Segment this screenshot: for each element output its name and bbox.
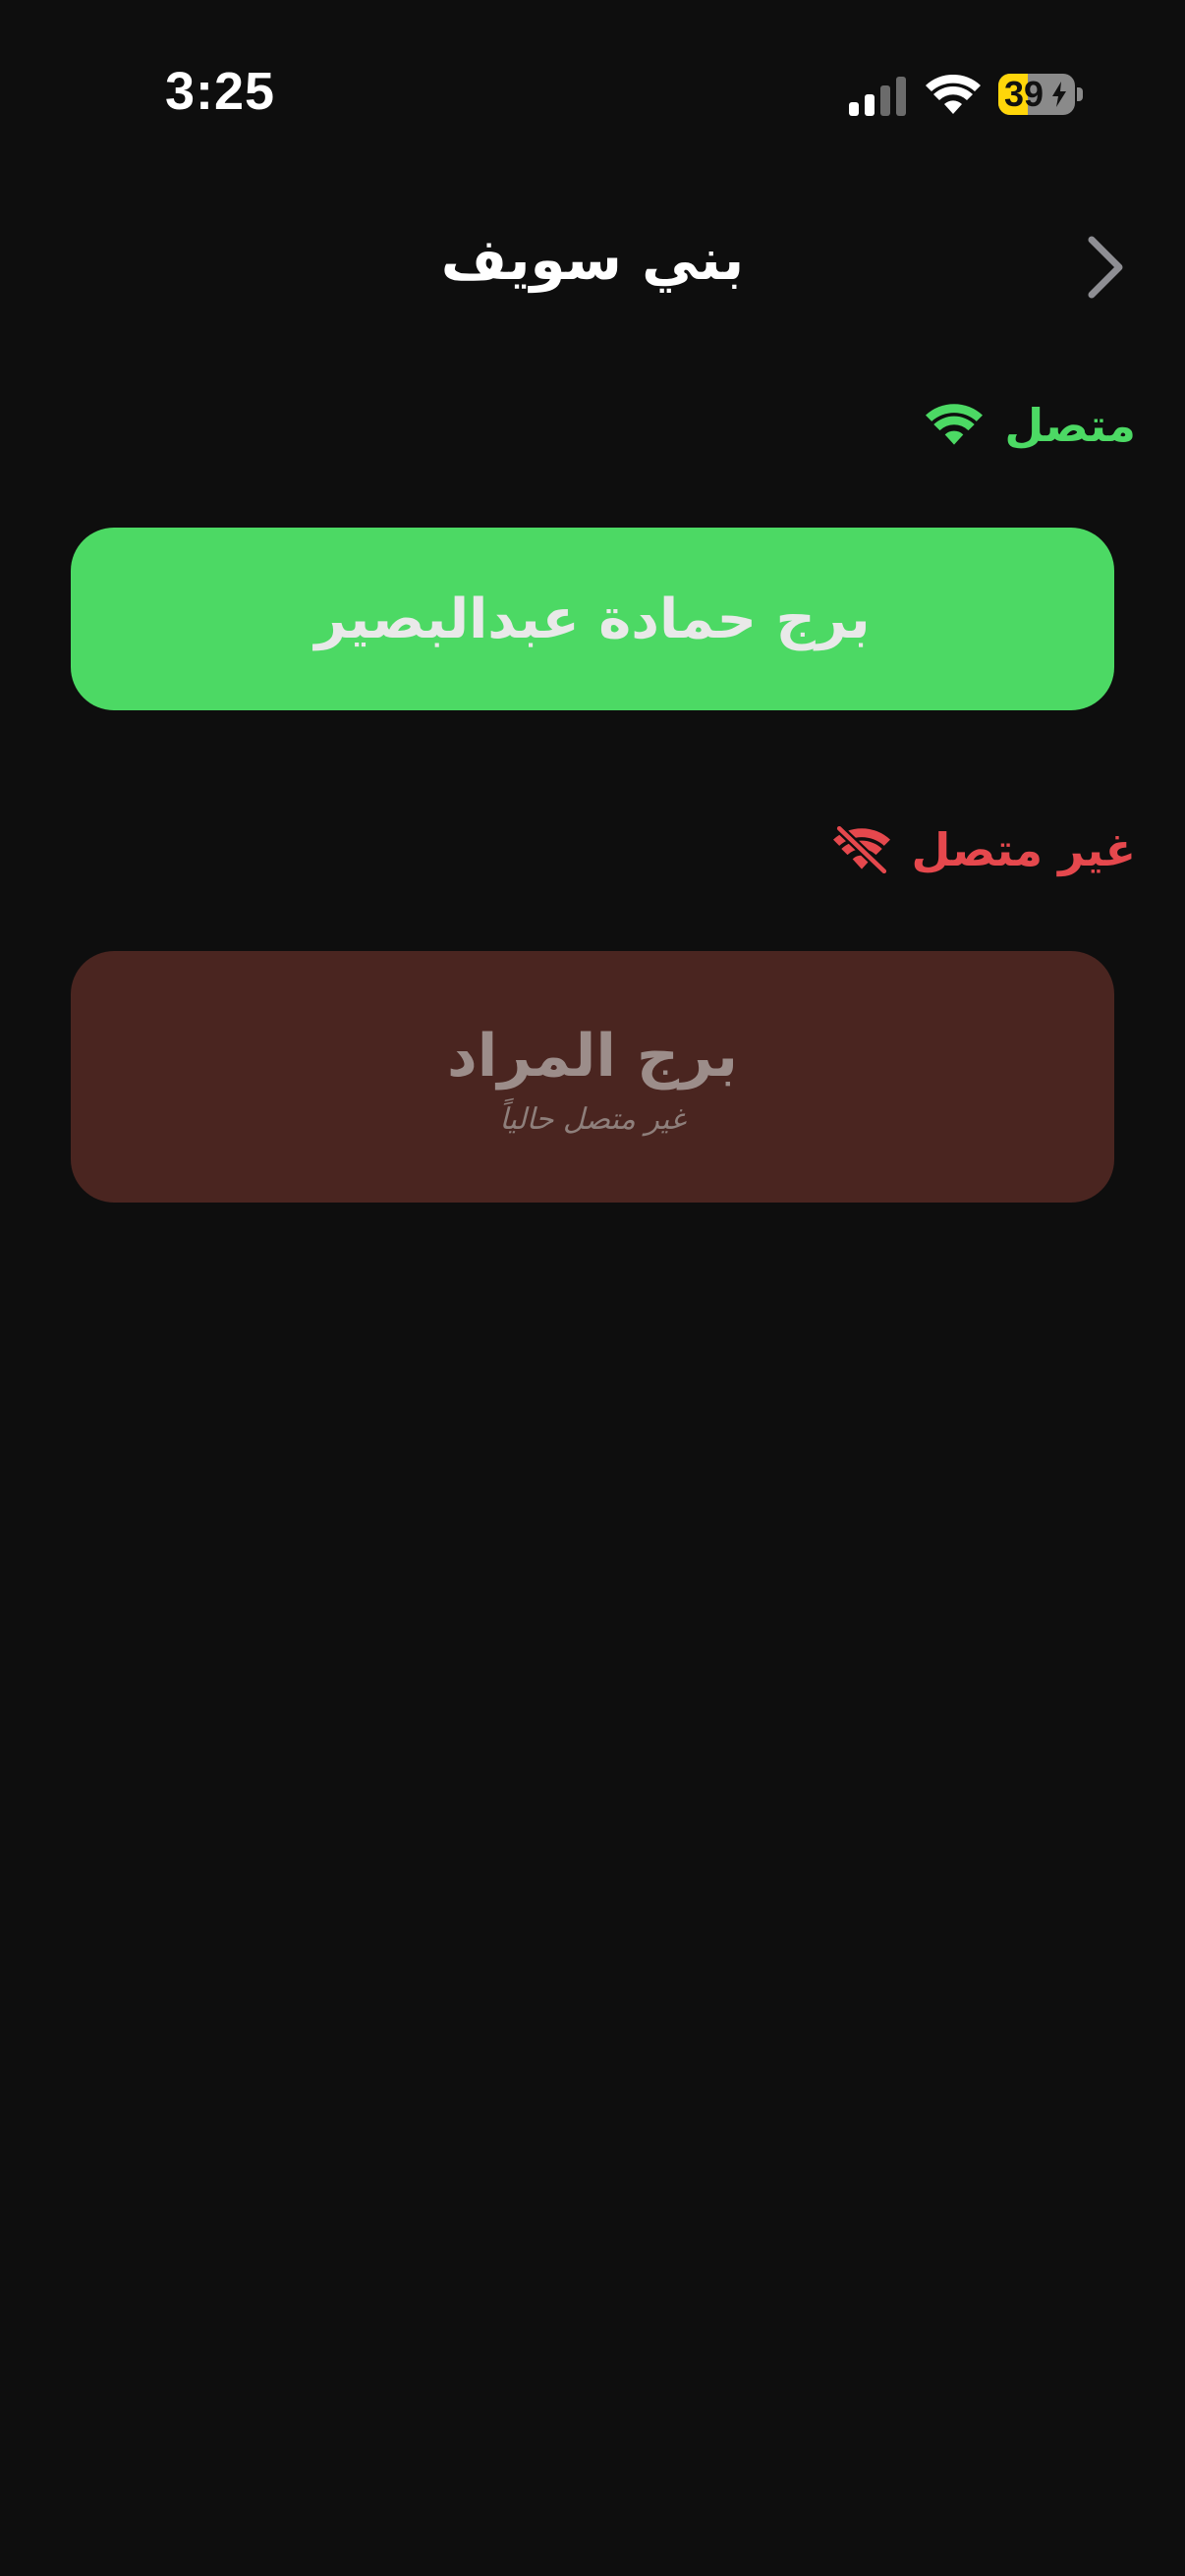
status-time: 3:25 bbox=[165, 62, 276, 121]
tower-name: برج حمادة عبدالبصير bbox=[314, 587, 871, 651]
battery-indicator: 39 bbox=[998, 74, 1083, 115]
offline-section-label: غير متصل bbox=[911, 823, 1136, 876]
wifi-off-icon bbox=[832, 826, 890, 873]
navigation-bar: بني سويف bbox=[0, 196, 1185, 334]
online-section-header: متصل bbox=[926, 391, 1136, 460]
tower-card-online[interactable]: برج حمادة عبدالبصير bbox=[71, 528, 1114, 710]
online-section-label: متصل bbox=[1004, 399, 1136, 452]
offline-section-header: غير متصل bbox=[832, 815, 1136, 884]
status-bar: 3:25 39 bbox=[0, 0, 1185, 187]
tower-name: برج المراد bbox=[447, 1021, 738, 1091]
wifi-status-icon bbox=[926, 75, 981, 114]
page-title: بني سويف bbox=[440, 226, 745, 293]
wifi-icon bbox=[926, 404, 984, 445]
cellular-signal-icon bbox=[849, 77, 906, 116]
chevron-right-icon bbox=[1088, 236, 1123, 299]
tower-card-offline[interactable]: برج المراد غير متصل حالياً bbox=[71, 951, 1114, 1203]
charging-bolt-icon bbox=[1052, 82, 1066, 107]
tower-status: غير متصل حالياً bbox=[499, 1101, 686, 1137]
back-button[interactable] bbox=[1071, 228, 1140, 307]
